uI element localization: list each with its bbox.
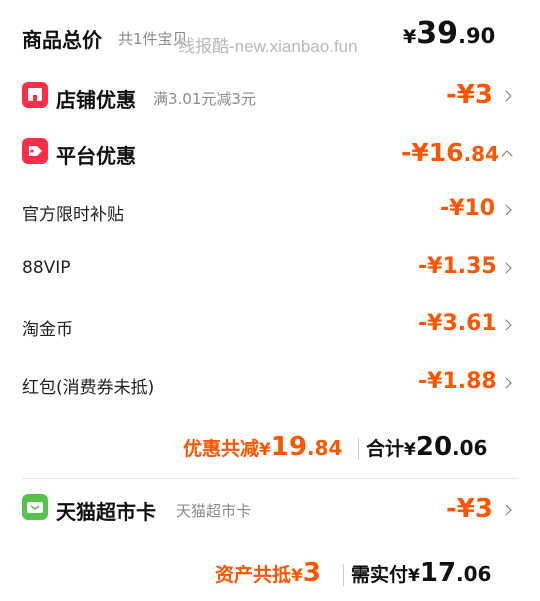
- supermarket-card-desc: 天猫超市卡: [176, 502, 252, 520]
- list-item[interactable]: 官方限时补贴 -¥10: [0, 188, 540, 232]
- discount-item-amount: -¥10: [440, 196, 496, 221]
- discount-item-label: 官方限时补贴: [22, 205, 124, 225]
- shop-discount-amount: -¥3: [446, 80, 493, 110]
- product-total-label: 商品总价: [22, 28, 102, 52]
- platform-discount-row[interactable]: 平台优惠 -¥16.84: [0, 128, 540, 178]
- tag-icon: [22, 138, 48, 164]
- list-item[interactable]: 88VIP -¥1.35: [0, 246, 540, 290]
- chevron-right-icon[interactable]: [500, 504, 512, 516]
- shop-discount-row[interactable]: 店铺优惠 满3.01元减3元 -¥3: [0, 72, 540, 122]
- list-item[interactable]: 红包(消费券未抵) -¥1.88: [0, 361, 540, 405]
- platform-discount-label: 平台优惠: [56, 144, 136, 168]
- divider: [22, 478, 518, 479]
- watermark-text: 线报酷-new.xianbao.fun: [178, 37, 358, 56]
- chevron-right-icon[interactable]: [500, 262, 512, 274]
- product-total-row: 商品总价 共1件宝贝 线报酷-new.xianbao.fun ¥39.90: [0, 0, 540, 70]
- chevron-right-icon[interactable]: [500, 319, 512, 331]
- amount-to-pay: 需实付¥17.06: [351, 558, 492, 588]
- product-total-price: ¥39.90: [403, 16, 496, 51]
- discount-item-amount: -¥1.88: [418, 369, 497, 394]
- supermarket-card-label: 天猫超市卡: [56, 500, 156, 524]
- divider: [343, 564, 344, 586]
- totals-row: 优惠共减¥19.84 合计¥20.06: [0, 424, 540, 468]
- list-item[interactable]: 淘金币 -¥3.61: [0, 303, 540, 347]
- shop-icon: [22, 82, 48, 108]
- discount-item-label: 88VIP: [22, 258, 71, 278]
- chevron-right-icon[interactable]: [500, 90, 512, 102]
- chevron-right-icon[interactable]: [500, 204, 512, 216]
- supermarket-card-amount: -¥3: [446, 494, 493, 524]
- asset-deduction: 资产共抵¥3: [215, 558, 321, 588]
- card-icon: [22, 494, 48, 520]
- chevron-up-icon[interactable]: [501, 150, 513, 162]
- divider: [358, 438, 359, 460]
- supermarket-card-row[interactable]: 天猫超市卡 天猫超市卡 -¥3: [0, 484, 540, 534]
- chevron-right-icon[interactable]: [500, 377, 512, 389]
- discount-item-label: 淘金币: [22, 320, 73, 340]
- shop-discount-label: 店铺优惠: [56, 88, 136, 112]
- platform-discount-amount: -¥16.84: [401, 138, 499, 167]
- shop-discount-desc: 满3.01元减3元: [153, 90, 256, 108]
- final-payment-row: 资产共抵¥3 需实付¥17.06: [0, 550, 540, 594]
- discount-item-label: 红包(消费券未抵): [22, 378, 155, 398]
- discount-item-amount: -¥1.35: [418, 254, 497, 279]
- discount-total: 优惠共减¥19.84: [183, 432, 343, 462]
- order-total: 合计¥20.06: [366, 432, 488, 462]
- discount-item-amount: -¥3.61: [418, 311, 497, 336]
